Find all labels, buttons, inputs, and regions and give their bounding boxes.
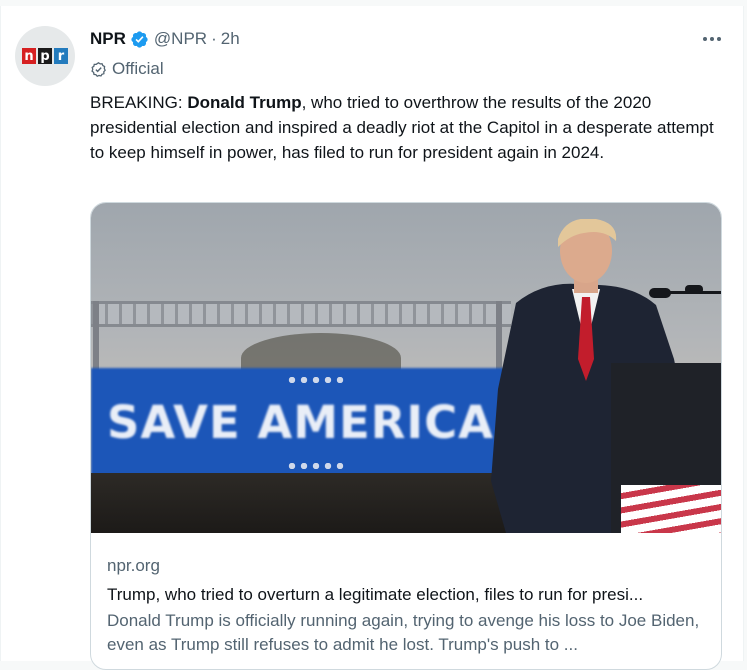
more-dot [710, 37, 714, 41]
official-label-text: Official [112, 59, 164, 78]
card-description: Donald Trump is officially running again… [107, 611, 700, 654]
card-domain: npr.org [107, 556, 160, 575]
more-dot [717, 37, 721, 41]
flag-bunting [621, 485, 721, 533]
official-label: Official [90, 58, 164, 80]
card-info[interactable]: npr.org Trump, who tried to overturn a l… [107, 555, 707, 657]
logo-letter-n: n [22, 48, 36, 64]
author-name[interactable]: NPR [90, 29, 126, 49]
more-dot [703, 37, 707, 41]
banner-dots [286, 377, 346, 383]
logo-letter-p: p [38, 48, 52, 64]
logo-letter-r: r [54, 48, 68, 64]
npr-logo-icon: n p r [22, 48, 68, 64]
tweet-prefix: BREAKING: [90, 93, 188, 112]
separator-dot: · [211, 29, 217, 48]
card-title[interactable]: Trump, who tried to overturn a legitimat… [107, 584, 707, 606]
card-image[interactable]: SAVE AMERICA [91, 203, 721, 533]
tweet-header: NPR @NPR · 2h [90, 28, 240, 50]
tweet[interactable]: n p r NPR @NPR · 2h Official BREAKING: D… [0, 6, 744, 670]
more-options-icon[interactable] [699, 28, 725, 50]
author-handle[interactable]: @NPR [154, 29, 207, 49]
save-america-banner: SAVE AMERICA [91, 368, 521, 476]
tweet-timestamp[interactable]: 2h [221, 29, 240, 49]
banner-dots [286, 463, 346, 469]
verified-badge-icon[interactable] [130, 30, 149, 49]
official-check-icon [91, 61, 106, 77]
banner-text: SAVE AMERICA [107, 395, 495, 449]
avatar[interactable]: n p r [15, 26, 75, 86]
stage-truss [91, 301, 511, 327]
tweet-mention-bold: Donald Trump [187, 93, 302, 112]
link-card[interactable]: SAVE AMERICA npr.org Trump, who tried to… [90, 202, 722, 670]
tweet-text: BREAKING: Donald Trump, who tried to ove… [90, 90, 730, 165]
